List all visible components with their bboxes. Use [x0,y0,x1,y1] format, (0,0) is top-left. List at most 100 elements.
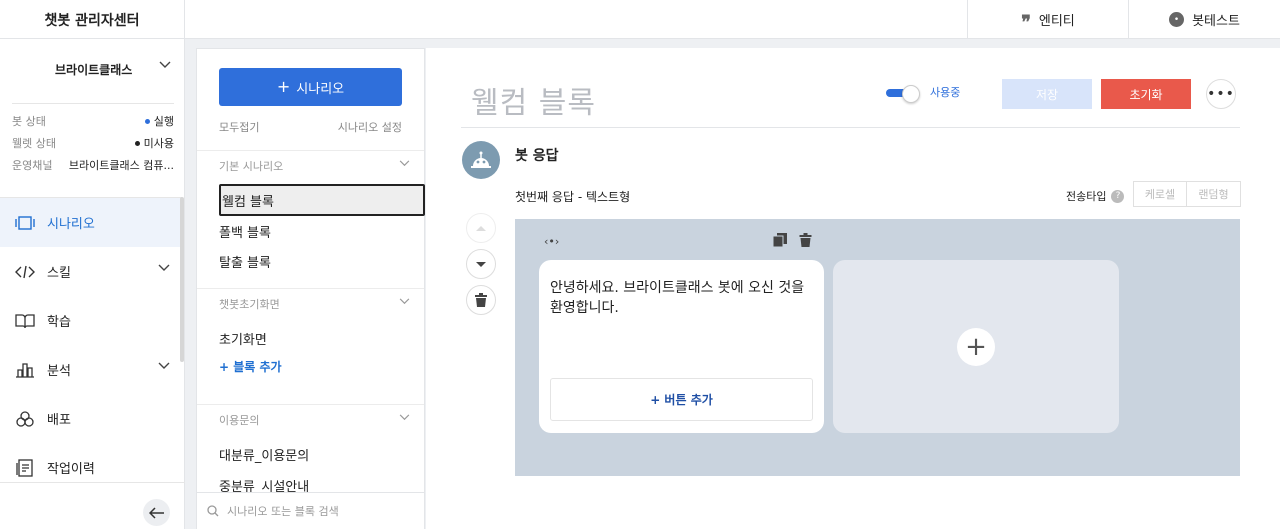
app-title[interactable]: 챗봇 관리자센터 [0,0,185,39]
block-editor: 웰컴 블록 사용중 저장 초기화 ••• 봇 응답 첫번째 응답 - 텍스트형 … [426,48,1280,529]
history-icon [15,458,35,478]
robot-icon [471,151,491,168]
delete-response-button[interactable] [466,285,496,315]
chart-icon [15,360,35,380]
chevron-down-icon [159,61,171,68]
card-tools [773,233,812,247]
quote-icon: ❞ [1021,11,1031,33]
chat-bubble-icon: • [1169,12,1185,27]
deploy-icon [15,409,35,429]
chevron-down-icon [158,264,170,271]
scenario-panel: + 시나리오 모두접기 시나리오 설정 기본 시나리오 웰컴 블록 폴백 블록 … [196,48,425,529]
send-type-random[interactable]: 랜덤형 [1187,182,1240,206]
block-item-selected[interactable]: 웰컴 블록 [219,184,425,216]
group-header-inquiry[interactable]: 이용문의 [197,404,424,434]
search-icon [207,505,219,517]
add-scenario-button[interactable]: + 시나리오 [219,68,402,106]
block-item[interactable]: 폴백 블록 [219,222,271,241]
wallet-status-value: 미사용 [143,137,174,150]
plus-icon[interactable]: + [957,328,995,366]
send-type-carousel[interactable]: 케로셀 [1134,182,1187,206]
collapse-all-link[interactable]: 모두접기 [219,119,259,135]
info-value: 실행 [144,113,174,129]
entity-label: 엔티티 [1038,14,1075,29]
chevron-down-icon [158,362,170,369]
block-item[interactable]: 초기화면 [219,329,267,348]
add-button-button[interactable]: + 버튼 추가 [550,378,813,421]
bot-info: 봇 상태 실행 웰렛 상태 미사용 운영채널 브라이트클래스 컴퓨... [12,103,174,176]
use-toggle[interactable] [886,85,922,103]
info-row-bot-status: 봇 상태 실행 [12,110,174,132]
workspace-name: 브라이트클래스 [55,62,133,77]
toggle-label: 사용중 [930,86,961,99]
info-key: 봇 상태 [12,115,46,128]
text-card[interactable]: 안녕하세요. 브라이트클래스 봇에 오신 것을 환영합니다. + 버튼 추가 [539,260,824,433]
sidebar-item-label: 분석 [47,364,71,379]
plus-icon: + [276,77,291,96]
sidebar-item-deploy[interactable]: 배포 [0,394,182,443]
sidebar: 브라이트클래스 봇 상태 실행 웰렛 상태 미사용 운영채널 브라이트클래스 컴… [0,39,185,529]
save-button[interactable]: 저장 [1002,79,1092,109]
card-text[interactable]: 안녕하세요. 브라이트클래스 봇에 오신 것을 환영합니다. [550,278,812,318]
add-block-link[interactable]: + 블록 추가 [219,358,282,375]
bot-response-heading: 봇 응답 [515,148,559,164]
chevron-down-icon [399,160,410,167]
copy-icon[interactable] [773,233,787,247]
bot-avatar [462,141,500,179]
sidebar-item-label: 배포 [47,413,71,428]
group-header-basic[interactable]: 기본 시나리오 [197,150,424,180]
collapse-sidebar-button[interactable] [143,499,170,526]
more-options-button[interactable]: ••• [1206,79,1236,109]
sidebar-item-learning[interactable]: 학습 [0,296,182,345]
trash-icon[interactable] [799,233,812,247]
caret-up-icon [476,225,486,231]
card-canvas: ‹•› 안녕하세요. 브라이트클래스 봇에 오신 것을 환영합니다. + 버튼 … [515,219,1240,476]
toggle-knob [902,85,920,103]
sidebar-scrollbar[interactable] [180,197,184,362]
block-item[interactable]: 탈출 블록 [219,252,271,271]
panel-links: 모두접기 시나리오 설정 [219,119,402,135]
group-title: 기본 시나리오 [219,159,284,173]
send-type: 전송타입 ? [1066,188,1125,204]
bot-test-button[interactable]: • 봇테스트 [1128,0,1280,39]
sidebar-item-analytics[interactable]: 분석 [0,345,182,394]
add-card-area[interactable]: + [833,260,1119,433]
code-icon [15,262,35,282]
chevron-down-icon [399,298,410,305]
block-title[interactable]: 웰컴 블록 [471,78,596,122]
book-icon [15,311,35,331]
group-title: 이용문의 [219,413,260,427]
status-dot [134,140,140,146]
block-item[interactable]: 대분류_이용문의 [219,445,309,464]
divider [0,482,185,483]
info-value: 미사용 [134,135,174,151]
scenario-search[interactable]: 시나리오 또는 블록 검색 [197,492,424,529]
info-key: 웰렛 상태 [12,137,56,150]
scenario-settings-link[interactable]: 시나리오 설정 [338,119,402,135]
sidebar-item-scenario[interactable]: 시나리오 [0,198,182,247]
info-row-channel: 운영채널 브라이트클래스 컴퓨... [12,154,174,176]
bot-test-label: 봇테스트 [1192,14,1240,29]
sidebar-nav: 시나리오 스킬 학습 분석 배포 작업이력 [0,197,182,492]
add-scenario-label: 시나리오 [296,81,345,97]
search-placeholder: 시나리오 또는 블록 검색 [227,505,339,518]
send-type-selector: 케로셀 랜덤형 [1133,181,1241,207]
group-title: 챗봇초기화면 [219,297,280,311]
group-header-init-screen[interactable]: 챗봇초기화면 [197,288,424,318]
caret-down-icon [476,261,486,267]
reset-button[interactable]: 초기화 [1101,79,1191,109]
block-label: 웰컴 블록 [222,194,274,210]
entity-button[interactable]: ❞ 엔티티 [967,0,1128,39]
sidebar-item-label: 작업이력 [47,462,95,477]
send-type-label: 전송타입 [1066,190,1107,203]
move-up-button[interactable] [466,213,496,243]
workspace-select[interactable]: 브라이트클래스 [0,39,185,99]
status-dot [144,118,150,124]
response-type-label: 첫번째 응답 - 텍스트형 [515,190,631,204]
info-key: 운영채널 [12,159,53,172]
drag-handle-icon[interactable]: ‹•› [544,235,559,248]
sidebar-item-skill[interactable]: 스킬 [0,247,182,296]
help-icon[interactable]: ? [1111,189,1125,203]
sidebar-item-history[interactable]: 작업이력 [0,443,182,492]
move-down-button[interactable] [466,249,496,279]
